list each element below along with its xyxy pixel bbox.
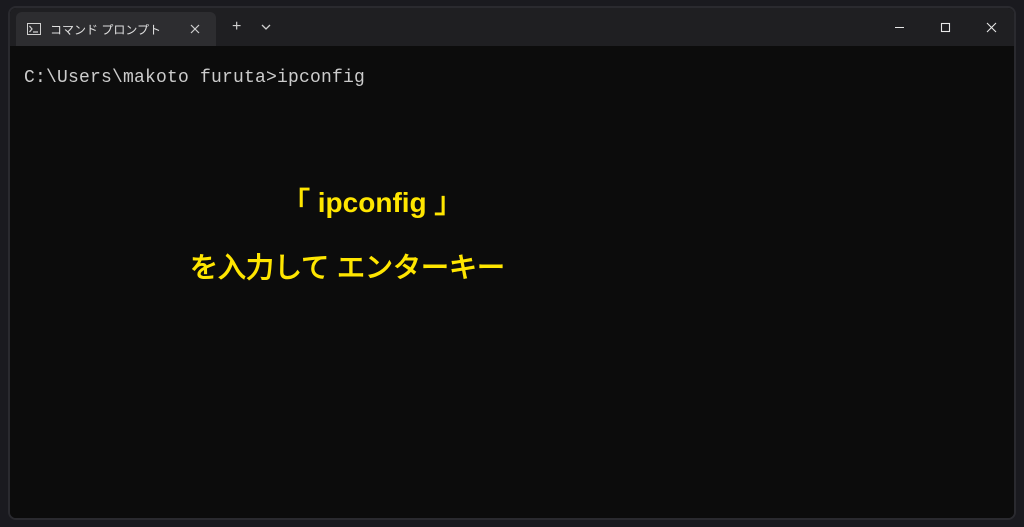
terminal-body[interactable]: C:\Users\makoto furuta>ipconfig 「 ipconf…	[10, 46, 1014, 518]
maximize-button[interactable]	[922, 8, 968, 46]
tab-actions: +	[216, 8, 285, 46]
tab-dropdown-icon[interactable]	[257, 19, 275, 35]
annotation-line2: を入力して エンターキー	[190, 241, 505, 294]
cmd-icon	[26, 21, 42, 37]
tab-title: コマンド プロンプト	[50, 21, 161, 38]
tab-content: コマンド プロンプト	[26, 21, 161, 38]
close-window-button[interactable]	[968, 8, 1014, 46]
active-tab[interactable]: コマンド プロンプト	[16, 12, 216, 46]
terminal-window: コマンド プロンプト +	[8, 6, 1016, 520]
titlebar-left: コマンド プロンプト +	[10, 8, 285, 46]
minimize-button[interactable]	[876, 8, 922, 46]
annotation-line1: 「 ipconfig 」	[190, 176, 505, 229]
titlebar: コマンド プロンプト +	[10, 8, 1014, 46]
prompt-line: C:\Users\makoto furuta>ipconfig	[24, 68, 1000, 88]
annotation-overlay: 「 ipconfig 」 を入力して エンターキー	[190, 176, 505, 294]
new-tab-button[interactable]: +	[226, 16, 247, 38]
window-controls	[876, 8, 1014, 46]
close-tab-icon[interactable]	[186, 20, 204, 38]
prompt-path: C:\Users\makoto furuta>	[24, 68, 277, 88]
typed-command: ipconfig	[277, 68, 365, 88]
